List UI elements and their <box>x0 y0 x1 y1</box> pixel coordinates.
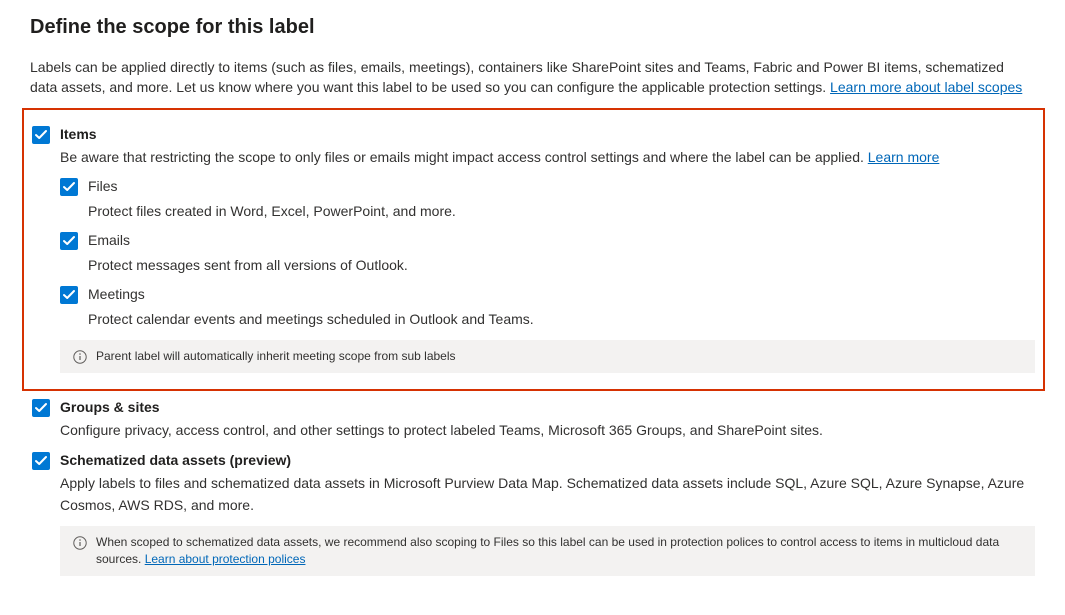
info-icon <box>72 349 88 365</box>
items-info-text: Parent label will automatically inherit … <box>96 348 456 365</box>
items-desc: Be aware that restricting the scope to o… <box>60 147 1035 169</box>
intro-paragraph: Labels can be applied directly to items … <box>30 57 1035 98</box>
emails-title: Emails <box>88 230 130 251</box>
items-checkbox[interactable] <box>32 126 50 144</box>
schematized-desc: Apply labels to files and schematized da… <box>60 473 1035 516</box>
files-checkbox[interactable] <box>60 178 78 196</box>
files-title: Files <box>88 176 118 197</box>
meetings-checkbox[interactable] <box>60 286 78 304</box>
items-title: Items <box>60 124 1035 145</box>
learn-more-scopes-link[interactable]: Learn more about label scopes <box>830 79 1022 95</box>
schematized-info-bar: When scoped to schematized data assets, … <box>60 526 1035 576</box>
emails-checkbox[interactable] <box>60 232 78 250</box>
info-icon <box>72 535 88 551</box>
schematized-info-text: When scoped to schematized data assets, … <box>96 534 1023 568</box>
items-info-bar: Parent label will automatically inherit … <box>60 340 1035 373</box>
items-learn-more-link[interactable]: Learn more <box>868 149 940 165</box>
schematized-checkbox[interactable] <box>32 452 50 470</box>
page-title: Define the scope for this label <box>30 16 1035 39</box>
files-desc: Protect files created in Word, Excel, Po… <box>88 201 1035 222</box>
emails-desc: Protect messages sent from all versions … <box>88 255 1035 276</box>
meetings-title: Meetings <box>88 284 145 305</box>
groups-title: Groups & sites <box>60 397 1035 418</box>
schematized-title: Schematized data assets (preview) <box>60 450 1035 471</box>
groups-desc: Configure privacy, access control, and o… <box>60 420 1035 442</box>
groups-checkbox[interactable] <box>32 399 50 417</box>
meetings-desc: Protect calendar events and meetings sch… <box>88 309 1035 330</box>
learn-protection-link[interactable]: Learn about protection polices <box>145 552 306 566</box>
items-highlight-box: Items Be aware that restricting the scop… <box>22 108 1045 392</box>
